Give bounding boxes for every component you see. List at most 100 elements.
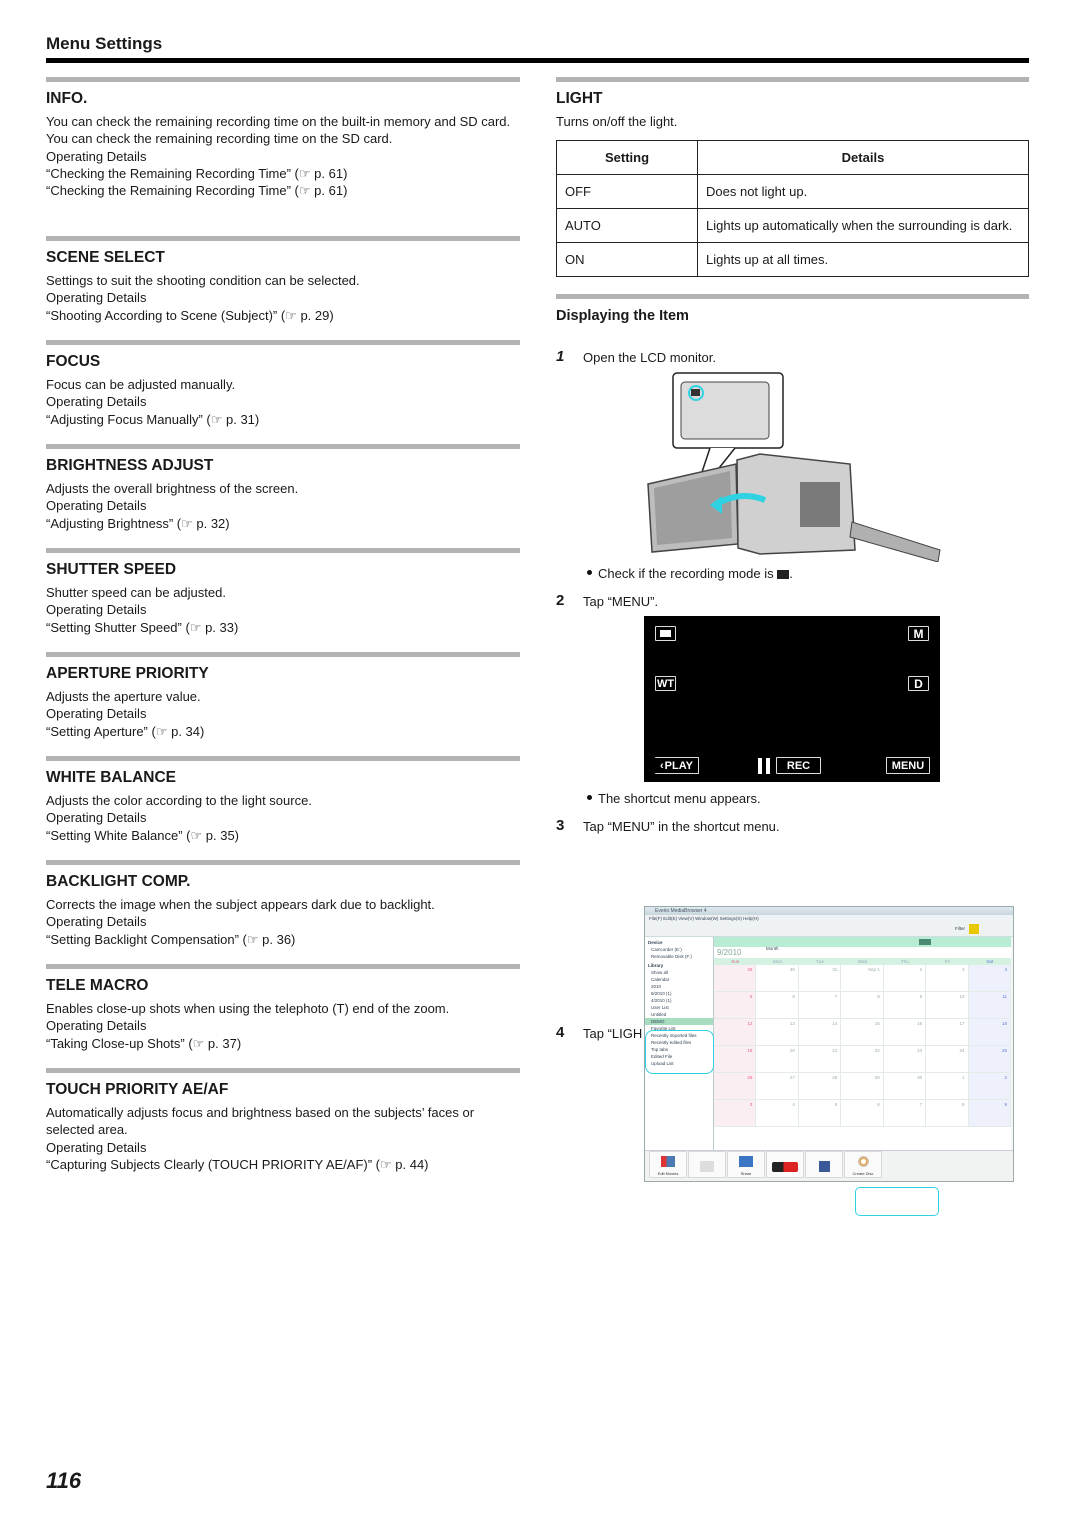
operating-details-label: Operating Details: [46, 602, 147, 618]
calendar-day-cell[interactable]: 8: [926, 1100, 969, 1127]
calendar-day-cell[interactable]: 6: [841, 1100, 884, 1127]
calendar-day-cell[interactable]: 25: [968, 1046, 1011, 1073]
table-row: ON Lights up at all times.: [556, 242, 1029, 278]
calendar-day-cell[interactable]: 29: [841, 1073, 884, 1100]
rec-button[interactable]: REC: [776, 757, 821, 774]
operating-details-label: Operating Details: [46, 394, 147, 410]
recording-mode-button[interactable]: [655, 626, 676, 641]
calendar-day-cell[interactable]: 9: [883, 992, 927, 1019]
period: .: [789, 566, 793, 581]
action-button[interactable]: Share: [727, 1151, 765, 1178]
cross-reference-link[interactable]: “Adjusting Brightness” (☞ p. 32): [46, 515, 520, 532]
step-text: Tap “MENU”.: [583, 594, 659, 609]
cross-reference-link[interactable]: “Setting Aperture” (☞ p. 34): [46, 723, 520, 740]
section-rule: [46, 964, 520, 969]
description-text: Focus can be adjusted manually.: [46, 377, 236, 392]
menu-button[interactable]: MENU: [886, 757, 930, 774]
month-button[interactable]: [919, 939, 931, 945]
calendar-day-cell[interactable]: 22: [841, 1046, 884, 1073]
play-button[interactable]: ‹ PLAY: [655, 757, 699, 774]
calendar-day-cell[interactable]: 14: [798, 1019, 842, 1046]
sidebar-item[interactable]: 2010: [645, 983, 713, 990]
d-button[interactable]: D: [908, 676, 929, 691]
pause-icon: [758, 758, 770, 774]
calendar-day-cell[interactable]: 5: [714, 992, 757, 1019]
calendar-day-cell[interactable]: 29: [714, 965, 757, 992]
cross-reference-link[interactable]: “Shooting According to Scene (Subject)” …: [46, 307, 520, 324]
wt-zoom-button[interactable]: WT: [655, 676, 676, 691]
action-button[interactable]: Create Disc: [844, 1151, 882, 1178]
action-button[interactable]: f: [805, 1151, 843, 1178]
calendar-day-cell[interactable]: 7: [798, 992, 842, 1019]
cross-reference-link[interactable]: “Setting Shutter Speed” (☞ p. 33): [46, 619, 520, 636]
calendar-day-cell[interactable]: 8: [841, 992, 884, 1019]
calendar-day-cell[interactable]: 7: [883, 1100, 927, 1127]
section-body: Shutter speed can be adjusted. Operating …: [46, 584, 520, 636]
calendar-day-cell[interactable]: 28: [798, 1073, 842, 1100]
calendar-day-cell[interactable]: 2: [883, 965, 927, 992]
calendar-day-cell[interactable]: 20: [756, 1046, 799, 1073]
calendar-day-cell[interactable]: 18: [968, 1019, 1011, 1046]
cross-reference-link[interactable]: “Checking the Remaining Recording Time” …: [46, 165, 520, 182]
filter-icon: [969, 924, 979, 934]
calendar-day-cell[interactable]: 26: [714, 1073, 757, 1100]
calendar-day-cell[interactable]: 23: [883, 1046, 927, 1073]
sidebar-item[interactable]: Untitled: [645, 1011, 713, 1018]
cross-reference-link[interactable]: “Adjusting Focus Manually” (☞ p. 31): [46, 411, 520, 428]
calendar-day-cell[interactable]: 3: [926, 965, 969, 992]
weekday-label: Sat: [986, 959, 994, 964]
user-list-highlight: [645, 1030, 714, 1074]
calendar-day-cell[interactable]: 30: [883, 1073, 927, 1100]
calendar-day-cell[interactable]: 5: [798, 1100, 842, 1127]
cross-reference-link[interactable]: “Capturing Subjects Clearly (TOUCH PRIOR…: [46, 1156, 520, 1173]
sidebar-item[interactable]: Camcorder (E:): [645, 946, 713, 953]
calendar-day-cell[interactable]: 27: [756, 1073, 799, 1100]
sidebar-item[interactable]: User List: [645, 1004, 713, 1011]
calendar-day-cell[interactable]: 31: [798, 965, 842, 992]
calendar-day-cell[interactable]: 24: [926, 1046, 969, 1073]
section-rule: [46, 652, 520, 657]
calendar-day-cell[interactable]: 19: [714, 1046, 757, 1073]
setting-cell: ON: [556, 242, 698, 278]
cross-reference-link[interactable]: “Setting White Balance” (☞ p. 35): [46, 827, 520, 844]
section-rule: [46, 340, 520, 345]
action-button[interactable]: Edit Movies: [649, 1151, 687, 1178]
sidebar-item[interactable]: DEMO: [645, 1018, 713, 1025]
sidebar-item[interactable]: Removable Disk (F:): [645, 953, 713, 960]
calendar-day-cell[interactable]: 2: [968, 1073, 1011, 1100]
sidebar-item[interactable]: 9/2010 (1): [645, 990, 713, 997]
step-number: 4: [556, 1024, 565, 1041]
cross-reference-link[interactable]: “Taking Close-up Shots” (☞ p. 37): [46, 1035, 520, 1052]
action-button[interactable]: [688, 1151, 726, 1178]
action-button[interactable]: YouTube: [766, 1151, 804, 1178]
menu-item-section: FOCUS Focus can be adjusted manually. Oper…: [46, 340, 520, 428]
section-rule: [46, 77, 520, 82]
section-body: Settings to suit the shooting condition …: [46, 272, 520, 324]
operating-details-label: Operating Details: [46, 914, 147, 930]
calendar-day-cell[interactable]: 13: [756, 1019, 799, 1046]
sidebar-item[interactable]: Calendar: [645, 976, 713, 983]
calendar-day-cell[interactable]: 11: [968, 992, 1011, 1019]
m-button[interactable]: M: [908, 626, 929, 641]
menu-item-section: BACKLIGHT COMP. Corrects the image when t…: [46, 860, 520, 948]
cross-reference-link[interactable]: “Checking the Remaining Recording Time” …: [46, 182, 520, 199]
calendar-day-cell[interactable]: 16: [883, 1019, 927, 1046]
calendar-day-cell[interactable]: 12: [714, 1019, 757, 1046]
calendar-day-cell[interactable]: Sep 1: [841, 965, 884, 992]
calendar-day-cell[interactable]: 4: [756, 1100, 799, 1127]
cross-reference-link[interactable]: “Setting Backlight Compensation” (☞ p. 3…: [46, 931, 520, 948]
description-text: Shutter speed can be adjusted.: [46, 585, 226, 600]
calendar-day-cell[interactable]: 4: [968, 965, 1011, 992]
calendar-day-cell[interactable]: 17: [926, 1019, 969, 1046]
calendar-day-cell[interactable]: 21: [798, 1046, 842, 1073]
operating-details-label: Operating Details: [46, 810, 147, 826]
calendar-day-cell[interactable]: 10: [926, 992, 969, 1019]
calendar-day-cell[interactable]: 15: [841, 1019, 884, 1046]
sidebar-item[interactable]: Show all: [645, 969, 713, 976]
sidebar-item[interactable]: 4/2010 (1): [645, 997, 713, 1004]
calendar-day-cell[interactable]: 6: [756, 992, 799, 1019]
calendar-day-cell[interactable]: 30: [756, 965, 799, 992]
calendar-day-cell[interactable]: 1: [926, 1073, 969, 1100]
calendar-day-cell[interactable]: 3: [714, 1100, 757, 1127]
calendar-day-cell[interactable]: 9: [968, 1100, 1011, 1127]
